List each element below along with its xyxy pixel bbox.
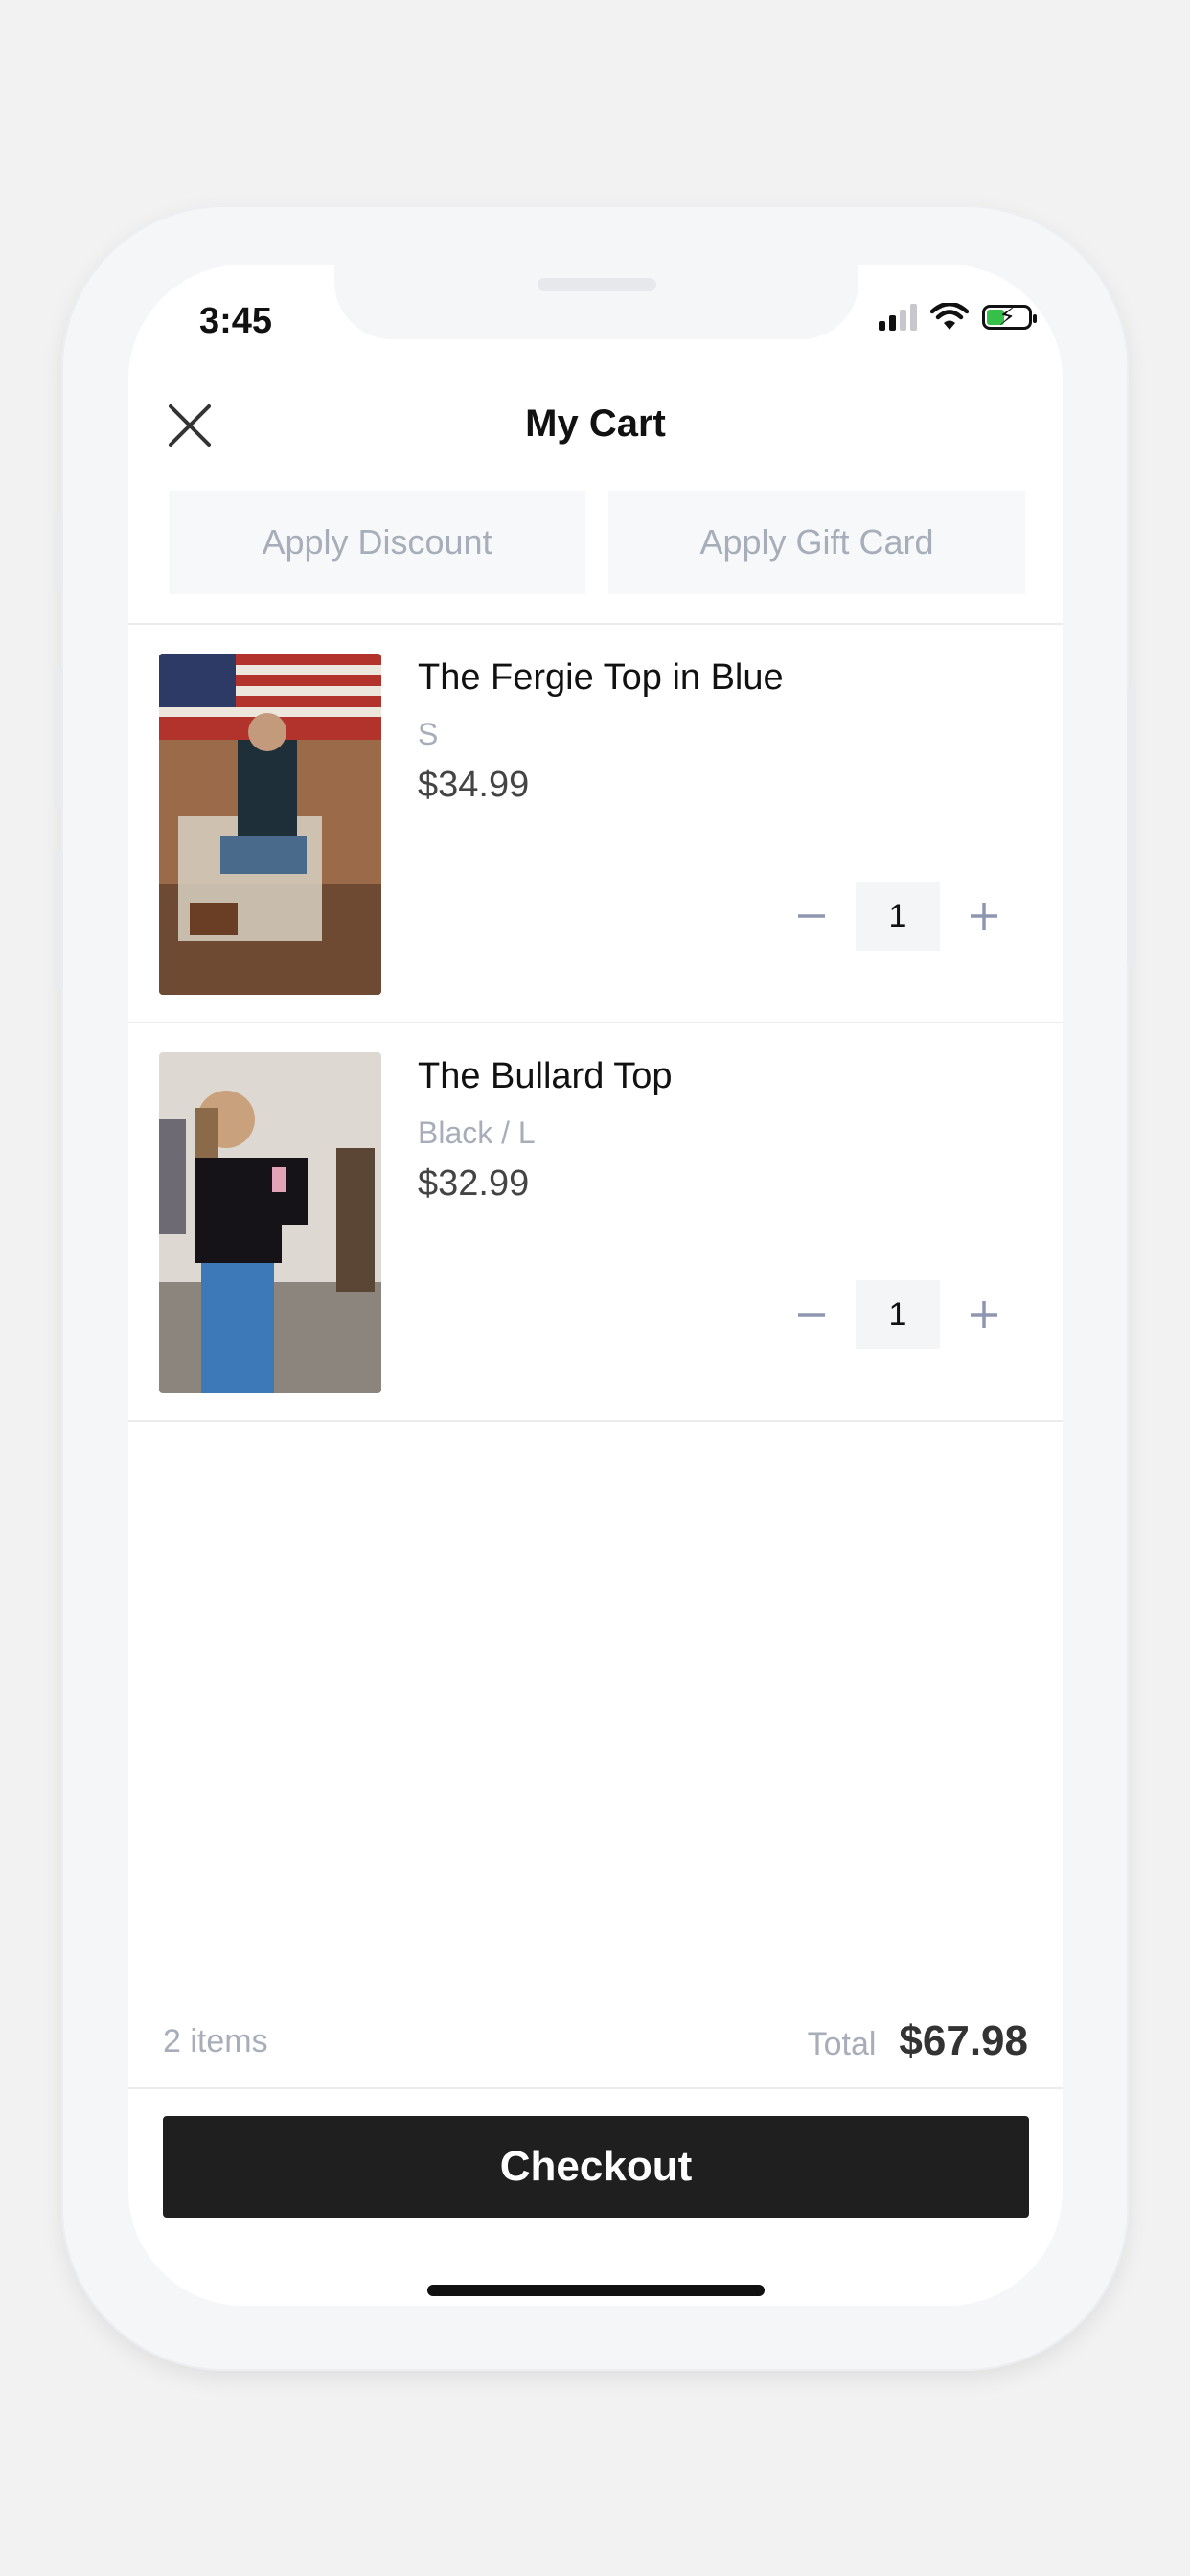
notch — [334, 264, 858, 339]
divider — [128, 2087, 1063, 2089]
home-indicator — [427, 2285, 765, 2296]
phone-side-button-power — [1127, 686, 1136, 968]
product-name[interactable]: The Bullard Top — [418, 1056, 672, 1097]
product-price: $34.99 — [418, 765, 530, 805]
product-variant: S — [418, 717, 439, 751]
product-price: $32.99 — [418, 1163, 530, 1204]
signal-icon — [879, 304, 917, 331]
quantity-stepper: 1 — [779, 1280, 1017, 1349]
phone-side-button-volume-down — [54, 849, 63, 991]
cart-item: The Bullard Top Black / L $32.99 1 — [128, 1024, 1063, 1422]
decrease-quantity-button[interactable] — [779, 882, 844, 951]
product-image[interactable] — [159, 1052, 381, 1393]
battery-icon: ⚡ — [982, 302, 1037, 331]
apply-gift-card-button[interactable]: Apply Gift Card — [608, 491, 1025, 594]
status-time: 3:45 — [199, 301, 273, 341]
checkout-button[interactable]: Checkout — [163, 2116, 1029, 2218]
cart-summary: 2 items Total $67.98 — [163, 2012, 1028, 2070]
app-screen: 3:45 ⚡ My Cart Apply Discount Apply Gift… — [128, 264, 1063, 2306]
total: Total $67.98 — [808, 2017, 1028, 2065]
plus-icon — [971, 1301, 997, 1328]
product-image[interactable] — [159, 654, 381, 995]
status-icons: ⚡ — [879, 302, 1037, 332]
apply-discount-button[interactable]: Apply Discount — [169, 491, 585, 594]
header: My Cart — [128, 380, 1063, 475]
quantity-value[interactable]: 1 — [856, 882, 940, 951]
product-variant: Black / L — [418, 1116, 536, 1150]
increase-quantity-button[interactable] — [951, 882, 1017, 951]
items-count: 2 items — [163, 2022, 268, 2059]
cart-item: The Fergie Top in Blue S $34.99 1 — [128, 625, 1063, 1024]
speaker — [538, 278, 656, 291]
minus-icon — [798, 1313, 825, 1317]
phone-side-button-silent — [54, 512, 63, 592]
increase-quantity-button[interactable] — [951, 1280, 1017, 1349]
wifi-icon — [930, 303, 969, 330]
total-value: $67.98 — [899, 2017, 1028, 2064]
decrease-quantity-button[interactable] — [779, 1280, 844, 1349]
phone-side-button-volume-up — [54, 667, 63, 809]
divider — [128, 1420, 1063, 1422]
minus-icon — [798, 914, 825, 918]
product-name[interactable]: The Fergie Top in Blue — [418, 657, 784, 699]
quantity-stepper: 1 — [779, 882, 1017, 951]
plus-icon — [971, 903, 997, 930]
charging-bolt-icon: ⚡ — [998, 302, 1017, 331]
apply-actions: Apply Discount Apply Gift Card — [169, 491, 1025, 594]
quantity-value[interactable]: 1 — [856, 1280, 940, 1349]
page-title: My Cart — [525, 402, 666, 445]
total-label: Total — [807, 2026, 877, 2062]
